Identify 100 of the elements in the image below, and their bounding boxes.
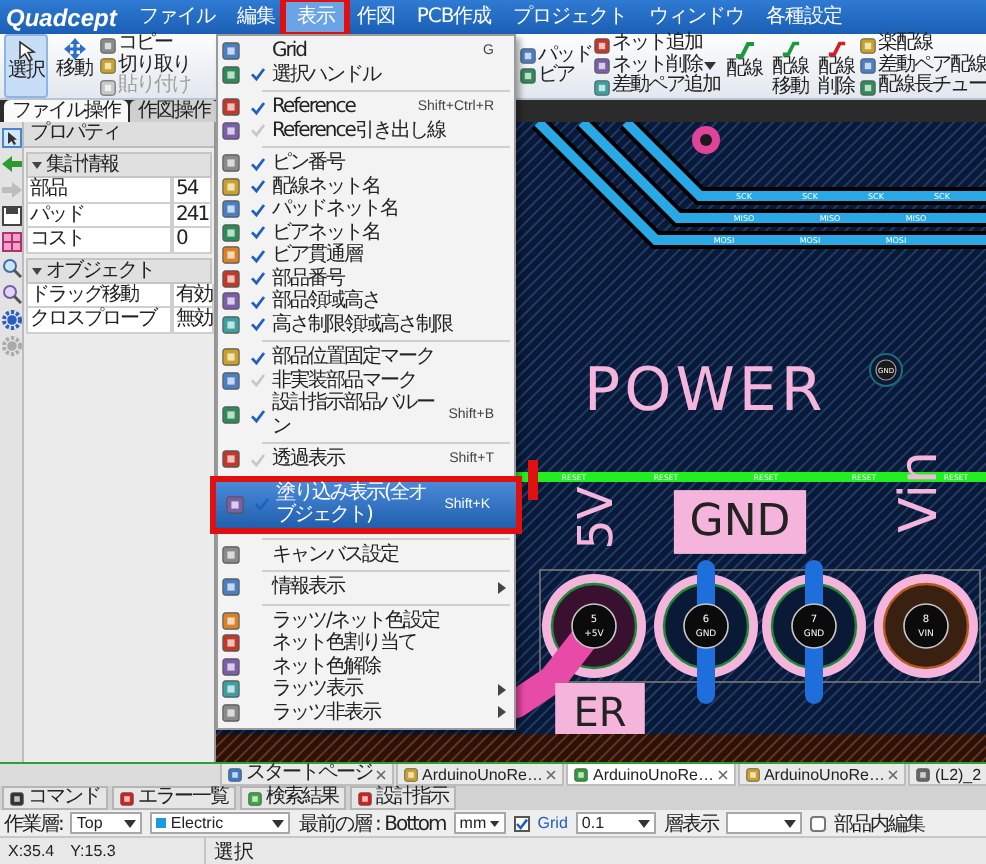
menu-item[interactable]: 部品領域高さ	[218, 290, 514, 313]
ribbon-button[interactable]: 配線長チュー	[860, 76, 986, 98]
ribbon-button[interactable]: 楽配線	[860, 34, 986, 56]
document-tab[interactable]: スタートページ	[220, 764, 394, 786]
menu-item[interactable]: ピン番号	[218, 152, 514, 175]
layer-display-label: 層表示	[663, 811, 718, 837]
panel-tab[interactable]: 設計指示	[350, 786, 456, 810]
expand-icon[interactable]	[32, 160, 42, 170]
ribbon-tab[interactable]: ファイル操作	[4, 100, 128, 122]
front-layer-label: 最前の層 : Bottom	[298, 811, 446, 837]
cursor-icon[interactable]	[1, 128, 21, 148]
property-value-cell[interactable]: 0	[172, 228, 212, 253]
zoom-icon[interactable]	[1, 258, 21, 278]
menu-bar-item[interactable]: ファイル	[128, 2, 225, 32]
wire-icon	[733, 38, 755, 60]
menu-bar-item[interactable]: PCB作成	[406, 2, 502, 32]
group-title: オブジェクト	[46, 259, 154, 281]
menu-item[interactable]: ラッツ/ネット色設定	[218, 609, 514, 632]
menu-item[interactable]: 非実装部品マーク	[218, 369, 514, 392]
menu-item[interactable]: 配線ネット名	[218, 175, 514, 198]
menu-item[interactable]: ラッツ非表示	[218, 701, 514, 724]
menu-item[interactable]: 高さ制限領域高さ制限	[218, 313, 514, 336]
expand-icon[interactable]	[32, 265, 42, 275]
ribbon-button[interactable]: 移動	[52, 34, 96, 98]
unit-dropdown[interactable]: mm	[453, 812, 506, 834]
ribbon-button[interactable]: コピー	[100, 34, 190, 56]
ribbon-button[interactable]: 選択	[4, 34, 48, 98]
ribbon-button[interactable]: 差動ペア追加	[594, 76, 720, 98]
menu-item-icon	[226, 495, 244, 513]
group-header[interactable]: オブジェクト	[26, 257, 212, 283]
zoom-icon[interactable]	[1, 284, 21, 304]
document-tab[interactable]: (L2)_2	[908, 764, 986, 786]
close-icon[interactable]	[546, 769, 557, 779]
property-value-cell[interactable]: 54	[172, 178, 212, 203]
save-icon[interactable]	[1, 206, 21, 226]
menu-item[interactable]: 選択ハンドル	[218, 63, 514, 86]
menu-item[interactable]: 部品番号	[218, 267, 514, 290]
panel-icon	[120, 791, 134, 805]
menu-item[interactable]: ネット色割り当て	[218, 632, 514, 655]
document-tab[interactable]: ArduinoUnoRe…	[396, 764, 565, 786]
menu-item[interactable]: ビア貫通層	[218, 244, 514, 267]
panel-icon	[10, 791, 24, 805]
property-value-cell[interactable]: 241	[172, 203, 212, 228]
menu-bar-item[interactable]: 作図	[346, 2, 405, 32]
document-tab[interactable]: ArduinoUnoRe…	[737, 764, 907, 786]
wire-icon	[779, 38, 801, 58]
grid-icon[interactable]	[1, 232, 21, 252]
menu-bar-item[interactable]: プロジェクト	[503, 2, 638, 32]
work-layer-label: 作業層:	[4, 811, 63, 837]
ribbon-button[interactable]: 差動ペア配線	[860, 55, 986, 77]
property-name-cell: 部品	[26, 178, 172, 203]
menu-item[interactable]: Reference引き出し線	[218, 119, 514, 142]
ribbon-button[interactable]: ビア	[520, 66, 592, 87]
marker	[528, 460, 538, 500]
panel-tab[interactable]: 検索結果	[240, 786, 346, 810]
menu-bar-item[interactable]: 編集	[226, 2, 285, 32]
ribbon-tab[interactable]: 作図操作	[130, 100, 218, 122]
silkscreen-label: GND	[673, 490, 807, 554]
ribbon-button[interactable]: 配線削除	[814, 34, 858, 98]
close-icon[interactable]	[888, 769, 899, 779]
document-tab[interactable]: ArduinoUnoRe…	[566, 764, 736, 786]
silkscreen-text: POWER	[584, 356, 827, 426]
checkbox[interactable]	[513, 815, 530, 831]
panel-tab[interactable]: エラー一覧	[112, 786, 236, 810]
menu-item[interactable]: ラッツ表示	[218, 678, 514, 701]
caret-icon	[272, 819, 285, 827]
close-icon[interactable]	[717, 769, 728, 779]
group-header[interactable]: 集計情報	[26, 152, 212, 178]
menu-bar-item[interactable]: 各種設定	[756, 2, 853, 32]
panel-tab[interactable]: コマンド	[2, 786, 108, 810]
grid-size-dropdown[interactable]: 0.1	[575, 812, 656, 834]
ribbon-button[interactable]: 配線	[722, 34, 766, 98]
document-icon	[574, 767, 589, 781]
caret-icon	[637, 819, 650, 827]
via-pad	[869, 353, 903, 387]
y-coordinate: Y:15.3	[68, 840, 118, 864]
checkbox[interactable]	[809, 815, 826, 831]
layer-set-dropdown[interactable]: Electric	[150, 812, 291, 834]
menu-bar-item[interactable]: ウィンドウ	[639, 2, 755, 32]
pin-hole	[571, 603, 617, 649]
layer-display-dropdown[interactable]	[725, 812, 802, 834]
ribbon-button[interactable]: 切り取り	[100, 55, 190, 77]
ribbon-button[interactable]: 配線移動	[768, 34, 812, 98]
ribbon-button[interactable]: ネット追加	[594, 34, 720, 56]
move-arrows-icon	[63, 38, 85, 60]
menu-item[interactable]: パッドネット名	[218, 198, 514, 221]
caret-icon	[783, 819, 796, 827]
property-value-cell[interactable]: 無効	[172, 308, 214, 333]
pin-hole	[683, 603, 729, 649]
document-icon	[228, 767, 242, 781]
menu-item[interactable]: ネット色解除	[218, 655, 514, 678]
menu-item[interactable]: 部品位置固定マーク	[218, 346, 514, 369]
close-icon[interactable]	[376, 769, 386, 779]
work-layer-dropdown[interactable]: Top	[70, 812, 143, 834]
ribbon-button[interactable]: パッド	[520, 45, 592, 66]
menu-item[interactable]: キャンバス設定	[218, 543, 514, 566]
menu-item[interactable]: 情報表示	[218, 576, 514, 599]
property-value-cell[interactable]: 有効	[172, 283, 214, 308]
menu-item[interactable]: ビアネット名	[218, 221, 514, 244]
via-pad	[692, 126, 720, 154]
